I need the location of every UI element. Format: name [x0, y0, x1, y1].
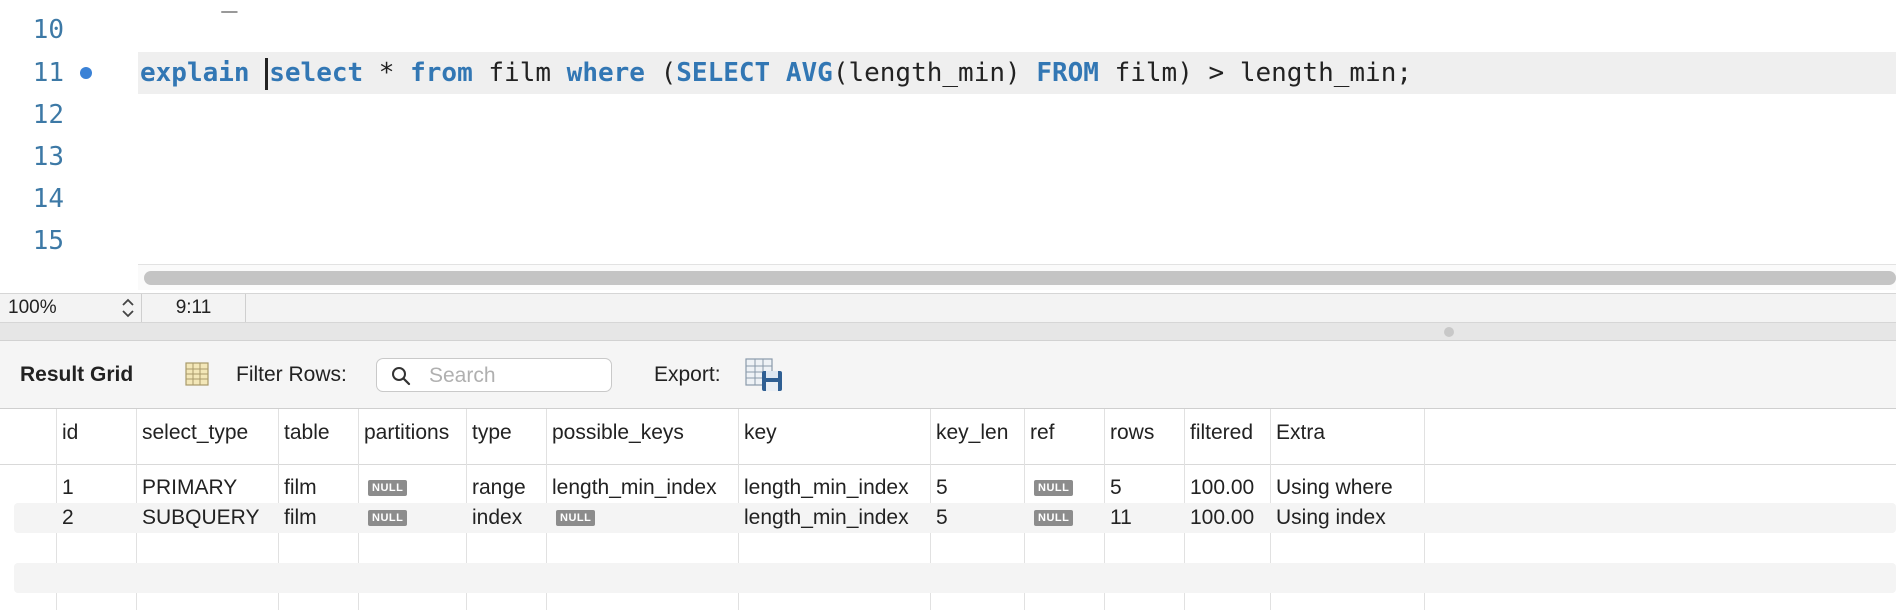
cell-filtered[interactable]: 100.00 [1190, 505, 1254, 531]
cell-key[interactable]: length_min_index [744, 475, 909, 501]
line-number: 11 [32, 58, 64, 88]
cell-id[interactable]: 1 [62, 475, 74, 501]
result-grid[interactable]: id select_type table partitions type pos… [0, 409, 1896, 610]
cell-select-type[interactable]: SUBQUERY [142, 505, 259, 531]
cell-key-len[interactable]: 5 [936, 475, 948, 501]
cell-select-type[interactable]: PRIMARY [142, 475, 237, 501]
export-save-icon[interactable] [744, 357, 784, 393]
pane-splitter[interactable] [0, 323, 1896, 341]
column-header-table[interactable]: table [284, 421, 330, 445]
column-header-key-len[interactable]: key_len [936, 421, 1008, 445]
null-badge[interactable]: NULL [556, 510, 596, 526]
editor-line-11[interactable]: 11 explain select * from film where (SEL… [0, 52, 1896, 94]
cell-type[interactable]: index [472, 505, 522, 531]
editor-line-15[interactable]: 15 [0, 220, 1896, 262]
table-row[interactable]: 2 SUBQUERY film NULL index NULL length_m… [14, 503, 1896, 533]
column-header-ref[interactable]: ref [1030, 421, 1055, 445]
stepper-chevrons-icon[interactable] [121, 297, 135, 319]
column-header-partitions[interactable]: partitions [364, 421, 449, 445]
search-input[interactable] [429, 363, 605, 389]
cell-extra[interactable]: Using index [1276, 505, 1386, 531]
scrollbar-thumb[interactable] [144, 271, 1896, 285]
editor-line-10[interactable]: 10 [0, 9, 1896, 51]
grid-layout-icon[interactable] [184, 361, 210, 387]
cell-type[interactable]: range [472, 475, 526, 501]
column-header-extra[interactable]: Extra [1276, 421, 1325, 445]
column-header-filtered[interactable]: filtered [1190, 421, 1253, 445]
cursor-position: 9:11 [142, 294, 246, 322]
cell-possible-keys[interactable]: length_min_index [552, 475, 717, 501]
filter-search-box[interactable] [376, 358, 612, 392]
null-badge[interactable]: NULL [1034, 510, 1074, 526]
column-header-select-type[interactable]: select_type [142, 421, 248, 445]
horizontal-scrollbar[interactable] [138, 264, 1896, 290]
column-header-type[interactable]: type [472, 421, 512, 445]
sql-editor[interactable]: _ 10 11 explain select * from film where… [0, 0, 1896, 293]
null-badge[interactable]: NULL [1034, 480, 1074, 496]
export-label: Export: [654, 363, 721, 386]
column-header-key[interactable]: key [744, 421, 777, 445]
result-grid-tab[interactable]: Result Grid [20, 363, 133, 387]
line-number: 13 [32, 142, 64, 172]
cell-rows[interactable]: 5 [1110, 475, 1122, 501]
sql-statement[interactable]: explain select * from film where (SELECT… [140, 52, 1412, 94]
cell-key[interactable]: length_min_index [744, 505, 909, 531]
line-number: 12 [32, 100, 64, 130]
search-icon [392, 367, 411, 386]
editor-line-14[interactable]: 14 [0, 178, 1896, 220]
cell-filtered[interactable]: 100.00 [1190, 475, 1254, 501]
cell-table[interactable]: film [284, 505, 317, 531]
splitter-handle-icon[interactable] [1444, 327, 1454, 337]
empty-row[interactable] [14, 533, 1896, 563]
null-badge[interactable]: NULL [368, 480, 408, 496]
cell-extra[interactable]: Using where [1276, 475, 1393, 501]
grid-header-row: id select_type table partitions type pos… [0, 409, 1896, 465]
column-header-id[interactable]: id [62, 421, 78, 445]
table-row[interactable]: 1 PRIMARY film NULL range length_min_ind… [14, 473, 1896, 503]
editor-status-bar: 100% 9:11 [0, 293, 1896, 323]
line-number: 15 [32, 226, 64, 256]
line-number: 10 [32, 15, 64, 45]
zoom-level: 100% [8, 297, 57, 318]
cell-rows[interactable]: 11 [1110, 505, 1132, 531]
cell-table[interactable]: film [284, 475, 317, 501]
text-caret [265, 57, 269, 90]
empty-row[interactable] [14, 563, 1896, 593]
statement-marker-icon[interactable] [80, 67, 92, 79]
editor-line-12[interactable]: 12 [0, 94, 1896, 136]
editor-line-13[interactable]: 13 [0, 136, 1896, 178]
cell-key-len[interactable]: 5 [936, 505, 948, 531]
null-badge[interactable]: NULL [368, 510, 408, 526]
column-header-possible-keys[interactable]: possible_keys [552, 421, 684, 445]
result-toolbar: Result Grid Filter Rows: Export: [0, 341, 1896, 409]
filter-rows-label: Filter Rows: [236, 363, 347, 386]
zoom-selector[interactable]: 100% [0, 294, 142, 322]
column-header-rows[interactable]: rows [1110, 421, 1154, 445]
cell-id[interactable]: 2 [62, 505, 74, 531]
line-number: 14 [32, 184, 64, 214]
